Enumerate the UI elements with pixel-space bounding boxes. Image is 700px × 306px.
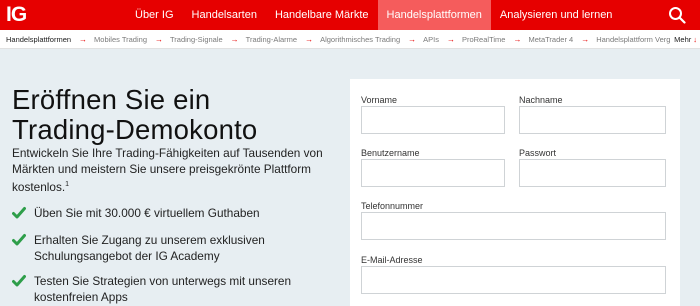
password-label: Passwort: [519, 148, 557, 158]
benefit-item: Testen Sie Strategien von unterwegs mit …: [12, 274, 332, 305]
checkmark-icon: [12, 275, 26, 287]
platform-subnav: Handelsplattformen → Mobiles Trading → T…: [0, 30, 700, 49]
lastname-input[interactable]: [519, 106, 666, 134]
benefit-text: Üben Sie mit 30.000 € virtuellem Guthabe…: [34, 206, 260, 220]
email-label: E-Mail-Adresse: [361, 255, 423, 265]
arrow-right-icon: →: [230, 34, 239, 44]
username-label: Benutzername: [361, 148, 420, 158]
title-line-2: Trading-Demokonto: [12, 114, 258, 145]
email-input[interactable]: [361, 266, 666, 294]
lastname-label: Nachname: [519, 95, 563, 105]
top-navigation-bar: IG Über IG Handelsarten Handelbare Märkt…: [0, 0, 700, 30]
arrow-right-icon: →: [513, 34, 522, 44]
subnav-item-metatrader-4[interactable]: MetaTrader 4: [528, 35, 573, 44]
arrow-down-icon: ↓: [693, 35, 697, 44]
nav-item-handelbare-maerkte[interactable]: Handelbare Märkte: [266, 0, 378, 30]
demo-account-form: Vorname Nachname Benutzername Passwort T…: [350, 79, 680, 306]
checkmark-icon: [12, 207, 26, 219]
arrow-right-icon: →: [155, 34, 163, 44]
phone-label: Telefonnummer: [361, 201, 424, 211]
username-input[interactable]: [361, 159, 505, 187]
benefit-item: Erhalten Sie Zugang zu unserem exklusive…: [12, 233, 332, 264]
intro-body: Entwickeln Sie Ihre Trading-Fähigkeiten …: [12, 146, 323, 194]
title-line-1: Eröffnen Sie ein: [12, 84, 211, 115]
page-title: Eröffnen Sie ein Trading-Demokonto: [12, 85, 332, 145]
checkmark-icon: [12, 234, 26, 246]
benefit-text: Testen Sie Strategien von unterwegs mit …: [34, 274, 292, 304]
search-icon[interactable]: [668, 6, 686, 24]
ig-logo[interactable]: IG: [6, 3, 32, 27]
nav-item-handelsplattformen[interactable]: Handelsplattformen: [377, 0, 491, 30]
nav-item-handelsarten[interactable]: Handelsarten: [183, 0, 266, 30]
benefit-text: Erhalten Sie Zugang zu unserem exklusive…: [34, 233, 265, 263]
nav-item-analysieren-und-lernen[interactable]: Analysieren und lernen: [491, 0, 622, 30]
arrow-right-icon: →: [305, 34, 314, 44]
subnav-item-handelsplattformen[interactable]: Handelsplattformen: [6, 35, 71, 44]
subnav-item-algorithmisches-trading[interactable]: Algorithmisches Trading: [320, 35, 400, 44]
arrow-right-icon: →: [446, 34, 455, 44]
password-input[interactable]: [519, 159, 666, 187]
arrow-right-icon: →: [79, 34, 88, 44]
benefit-item: Üben Sie mit 30.000 € virtuellem Guthabe…: [12, 206, 332, 222]
arrow-right-icon: →: [408, 34, 417, 44]
subnav-item-apis[interactable]: APIs: [423, 35, 439, 44]
subnav-item-trading-alarme[interactable]: Trading-Alarme: [246, 35, 297, 44]
firstname-label: Vorname: [361, 95, 398, 105]
nav-item-ueber-ig[interactable]: Über IG: [126, 0, 183, 30]
intro-text: Entwickeln Sie Ihre Trading-Fähigkeiten …: [12, 146, 330, 195]
firstname-input[interactable]: [361, 106, 505, 134]
subnav-item-prorealtime[interactable]: ProRealTime: [462, 35, 505, 44]
arrow-right-icon: →: [581, 34, 590, 44]
subnav-item-mobiles-trading[interactable]: Mobiles Trading: [94, 35, 147, 44]
phone-input[interactable]: [361, 212, 666, 240]
more-dropdown[interactable]: Mehr ↓: [670, 30, 697, 48]
main-nav: Über IG Handelsarten Handelbare Märkte H…: [126, 0, 621, 30]
subnav-item-trading-signale[interactable]: Trading-Signale: [170, 35, 223, 44]
footnote-marker[interactable]: 1: [65, 181, 69, 188]
